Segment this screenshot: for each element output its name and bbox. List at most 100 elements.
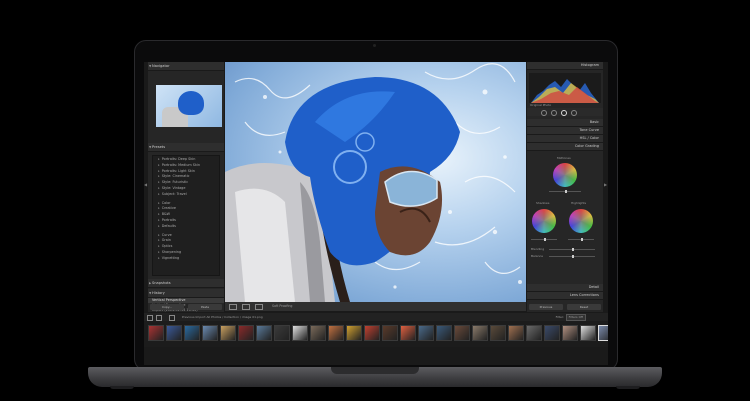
presets-label: Presets bbox=[152, 145, 166, 149]
preview-hood bbox=[178, 91, 204, 115]
shadows-label: Shadows bbox=[536, 201, 550, 205]
laptop-foot bbox=[110, 386, 134, 389]
balance-label: Balance bbox=[531, 254, 543, 258]
slider-knob[interactable] bbox=[572, 248, 574, 251]
filmstrip-thumbnail[interactable] bbox=[346, 325, 362, 341]
filmstrip-thumbnail[interactable] bbox=[364, 325, 380, 341]
color-grading-body: Midtones Shadows Highlights Blending Bal… bbox=[527, 151, 603, 301]
copy-button[interactable]: Copy... bbox=[150, 304, 184, 310]
filmstrip-thumbnail[interactable] bbox=[202, 325, 218, 341]
snapshots-label: Snapshots bbox=[152, 281, 171, 285]
filmstrip-thumbnail[interactable] bbox=[310, 325, 326, 341]
left-panel: ▼Navigator ▼Presets Portraits: Deep Skin… bbox=[148, 62, 224, 312]
laptop-notch bbox=[331, 367, 419, 374]
filmstrip-thumbnail[interactable] bbox=[238, 325, 254, 341]
filmstrip-thumbnail[interactable] bbox=[562, 325, 578, 341]
previous-button[interactable]: Previous bbox=[529, 304, 563, 310]
main-photo[interactable] bbox=[225, 62, 526, 302]
tone-curve-panel-header[interactable]: Tone Curve bbox=[527, 127, 603, 135]
filmstrip-thumbnail[interactable] bbox=[418, 325, 434, 341]
filmstrip-thumbnail[interactable] bbox=[544, 325, 560, 341]
right-panel: Histogram Original Photo Basic Tone Curv… bbox=[527, 62, 603, 312]
shadows-wheel[interactable] bbox=[532, 209, 556, 233]
shadows-slider[interactable] bbox=[531, 238, 557, 241]
filmstrip-thumbnail[interactable] bbox=[382, 325, 398, 341]
filmstrip-thumbnail[interactable] bbox=[328, 325, 344, 341]
paste-button[interactable]: Paste bbox=[188, 304, 222, 310]
balance-slider[interactable] bbox=[549, 255, 595, 258]
image-toolbar: Soft Proofing bbox=[225, 302, 526, 311]
filmstrip-thumbnail[interactable] bbox=[292, 325, 308, 341]
heal-tool-icon[interactable] bbox=[551, 110, 557, 116]
left-panel-toggle-icon[interactable]: ◀ bbox=[144, 182, 147, 187]
triangle-icon: ▶ bbox=[149, 281, 152, 285]
snapshots-header[interactable]: ▶ Snapshots bbox=[148, 279, 224, 288]
photo-illustration bbox=[225, 63, 522, 302]
mask-tool-icon[interactable] bbox=[561, 110, 567, 116]
color-grading-panel-header[interactable]: Color Grading bbox=[527, 143, 603, 151]
filmstrip-thumbnail[interactable] bbox=[274, 325, 290, 341]
slider-knob[interactable] bbox=[565, 190, 567, 193]
tool-strip bbox=[527, 108, 603, 116]
basic-panel-header[interactable]: Basic bbox=[527, 119, 603, 127]
crop-tool-icon[interactable] bbox=[541, 110, 547, 116]
filmstrip-path[interactable]: Previous Import All Photos / Collection … bbox=[182, 315, 263, 319]
filter-select[interactable]: Filters Off bbox=[565, 314, 586, 321]
filter-label: Filter: bbox=[555, 315, 564, 319]
midtones-wheel[interactable] bbox=[553, 163, 577, 187]
highlights-label: Highlights bbox=[571, 201, 587, 205]
filmstrip-thumbnail[interactable] bbox=[580, 325, 596, 341]
laptop: ▼Navigator ▼Presets Portraits: Deep Skin… bbox=[0, 0, 750, 401]
triangle-icon: ▼ bbox=[149, 291, 152, 295]
filmstrip-thumbnail[interactable] bbox=[148, 325, 164, 341]
filmstrip-thumbnail[interactable] bbox=[166, 325, 182, 341]
slider-knob[interactable] bbox=[581, 238, 583, 241]
preset-item[interactable]: Subject: Travel bbox=[153, 192, 219, 198]
histogram-graph bbox=[531, 79, 599, 103]
filmstrip-thumbnail[interactable] bbox=[598, 325, 608, 341]
highlights-wheel[interactable] bbox=[569, 209, 593, 233]
filmstrip-thumbnail[interactable] bbox=[184, 325, 200, 341]
filmstrip-thumbnail[interactable] bbox=[400, 325, 416, 341]
right-panel-toggle-icon[interactable]: ▶ bbox=[604, 182, 607, 187]
camera bbox=[373, 44, 376, 47]
filmstrip-header: Previous Import All Photos / Collection … bbox=[144, 313, 608, 321]
slider-knob[interactable] bbox=[544, 238, 546, 241]
histogram bbox=[529, 73, 601, 103]
filmstrip-thumbnail[interactable] bbox=[472, 325, 488, 341]
filmstrip-thumbnail[interactable] bbox=[526, 325, 542, 341]
filmstrip-thumbnail[interactable] bbox=[454, 325, 470, 341]
loupe-view-icon[interactable] bbox=[229, 304, 237, 310]
filmstrip-thumbnail[interactable] bbox=[490, 325, 506, 341]
filmstrip-thumbnail[interactable] bbox=[220, 325, 236, 341]
triangle-icon: ▼ bbox=[149, 145, 152, 149]
reset-button[interactable]: Reset bbox=[567, 304, 601, 310]
navigator-preview[interactable] bbox=[156, 85, 222, 127]
compare-view-icon[interactable] bbox=[242, 304, 251, 310]
filmstrip-thumbnail[interactable] bbox=[436, 325, 452, 341]
histogram-header[interactable]: Histogram bbox=[527, 62, 603, 70]
slider-knob[interactable] bbox=[572, 255, 574, 258]
survey-view-icon[interactable] bbox=[255, 304, 264, 310]
filmstrip bbox=[144, 321, 608, 347]
hsl-panel-header[interactable]: HSL / Color bbox=[527, 135, 603, 143]
filmstrip-thumbnail[interactable] bbox=[256, 325, 272, 341]
lens-panel-header[interactable]: Lens Corrections bbox=[527, 292, 603, 300]
blending-slider[interactable] bbox=[549, 248, 595, 251]
history-label: History bbox=[152, 291, 165, 295]
navigator-header[interactable]: ▼ Navigator bbox=[148, 62, 224, 71]
filmstrip-thumbnail[interactable] bbox=[508, 325, 524, 341]
soft-proofing-toggle[interactable]: Soft Proofing bbox=[272, 304, 292, 308]
triangle-icon: ▼ bbox=[149, 64, 152, 68]
midtones-slider[interactable] bbox=[549, 190, 581, 193]
detail-panel-header[interactable]: Detail bbox=[527, 284, 603, 292]
laptop-foot bbox=[616, 386, 640, 389]
midtones-label: Midtones bbox=[557, 156, 571, 160]
highlights-slider[interactable] bbox=[568, 238, 594, 241]
lightroom-window: ▼Navigator ▼Presets Portraits: Deep Skin… bbox=[144, 62, 608, 365]
redeye-tool-icon[interactable] bbox=[571, 110, 577, 116]
presets-header[interactable]: ▼ Presets bbox=[148, 143, 224, 152]
history-header[interactable]: ▼ History bbox=[148, 289, 224, 298]
preset-item[interactable]: Vignetting bbox=[153, 256, 219, 262]
preset-item[interactable]: Defaults bbox=[153, 224, 219, 230]
